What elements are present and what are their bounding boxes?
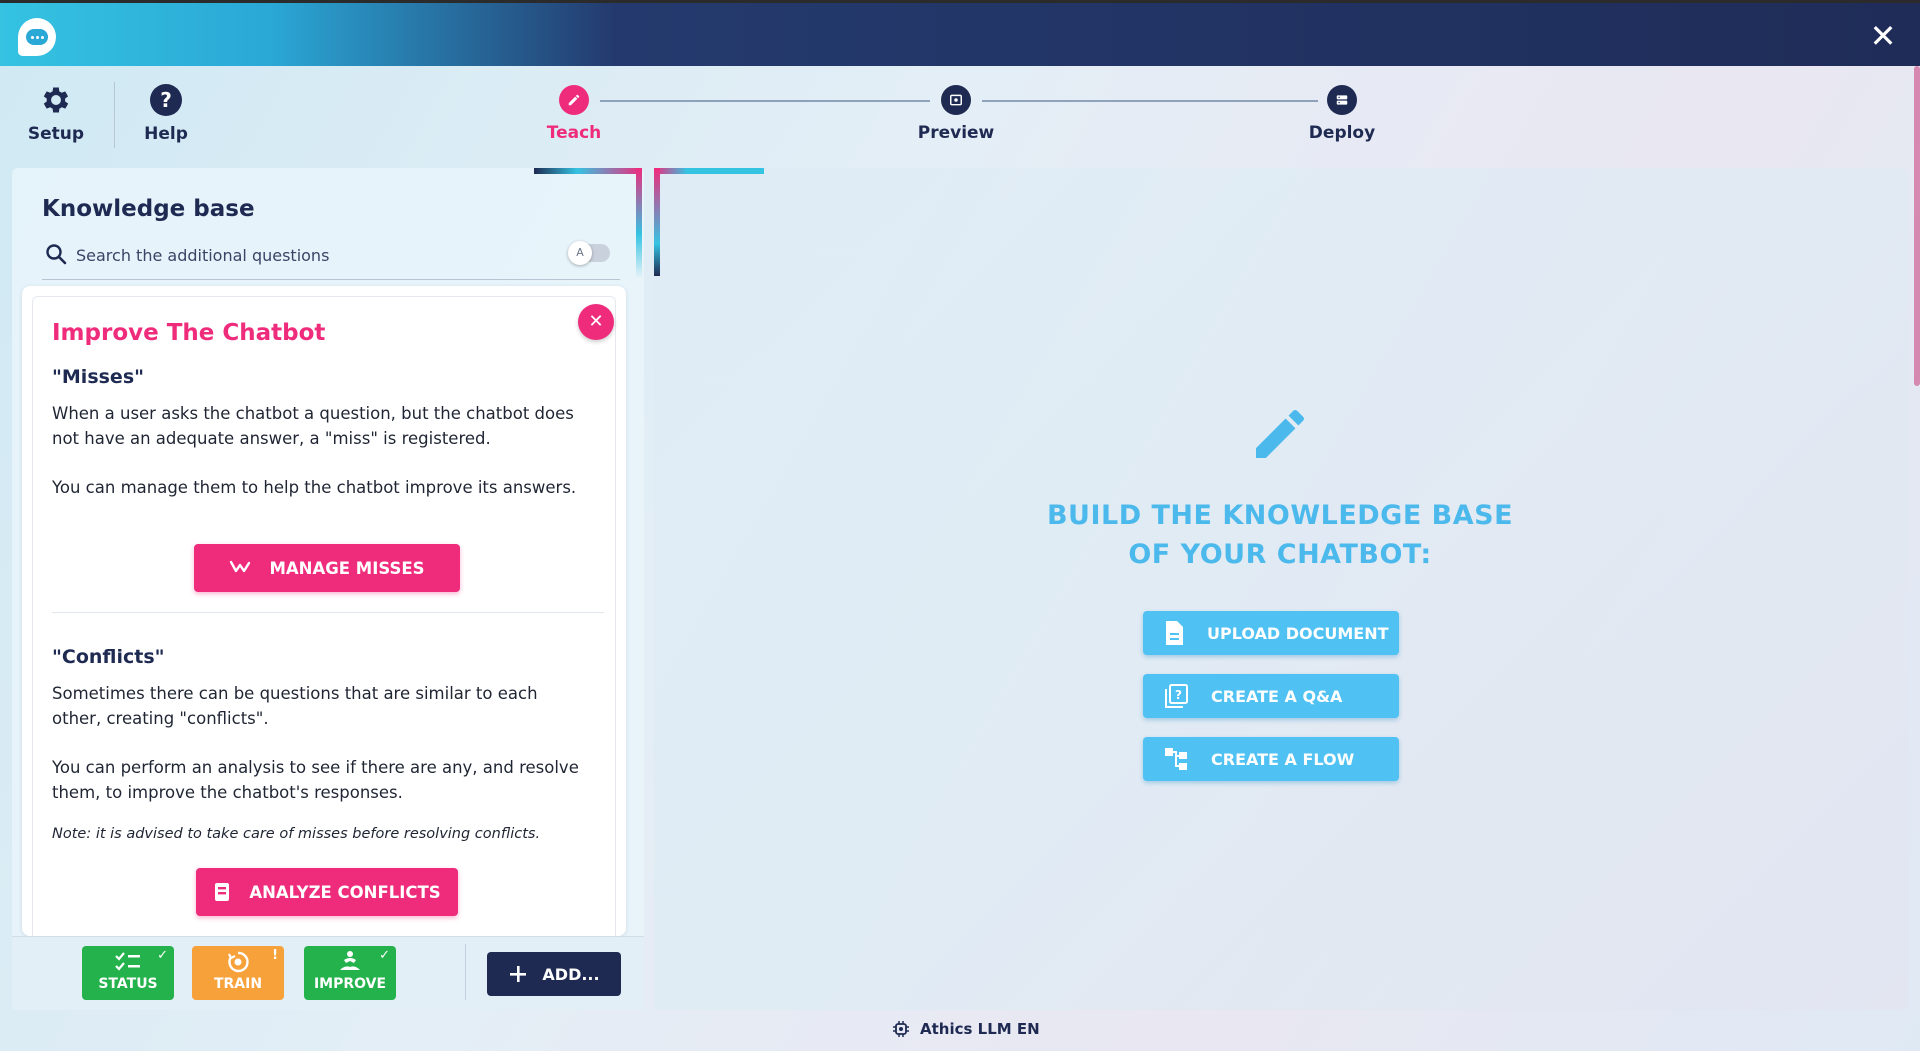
conflicts-description: Sometimes there can be questions that ar…: [52, 684, 538, 728]
conflicts-icon: [215, 883, 230, 901]
server-icon: [1327, 85, 1357, 115]
create-qa-button[interactable]: ? CREATE A Q&A: [1143, 674, 1399, 718]
preview-icon: [941, 85, 971, 115]
model-indicator: Athics LLM EN: [892, 1020, 1040, 1038]
document-icon: [1166, 621, 1183, 645]
help-icon: ?: [148, 82, 184, 118]
spellcheck-icon: A: [568, 241, 592, 265]
status-tile[interactable]: ✓ STATUS: [82, 946, 174, 1000]
setup-label: Setup: [27, 124, 85, 144]
upload-document-label: UPLOAD DOCUMENT: [1207, 623, 1389, 643]
improve-label: IMPROVE: [313, 976, 387, 992]
stepper-connector: [982, 100, 1318, 102]
status-badge: ✓: [157, 948, 168, 963]
manage-misses-label: MANAGE MISSES: [269, 558, 425, 578]
svg-text:?: ?: [160, 88, 172, 112]
heading-line: OF YOUR CHATBOT:: [1128, 539, 1432, 570]
train-label: TRAIN: [213, 976, 263, 992]
plus-icon: [510, 966, 527, 982]
status-label: STATUS: [98, 976, 158, 992]
step-preview[interactable]: Preview: [896, 85, 1016, 143]
card-title: Improve The Chatbot: [52, 320, 326, 346]
content-panel: [654, 168, 1908, 1010]
train-icon: [192, 946, 284, 974]
search-mode-toggle[interactable]: A: [568, 241, 610, 265]
qa-icon: ?: [1165, 684, 1188, 708]
build-knowledge-heading: BUILD THE KNOWLEDGE BASE OF YOUR CHATBOT…: [980, 496, 1580, 574]
pencil-icon: [1256, 410, 1304, 458]
manage-misses-button[interactable]: MANAGE MISSES: [194, 544, 460, 592]
step-label: Deploy: [1308, 123, 1376, 143]
improve-chatbot-card: ✕ Improve The Chatbot "Misses" When a us…: [22, 286, 626, 936]
create-flow-button[interactable]: CREATE A FLOW: [1143, 737, 1399, 781]
add-button[interactable]: ADD...: [487, 952, 621, 996]
conflicts-title: "Conflicts": [52, 646, 165, 668]
svg-text:?: ?: [1175, 688, 1182, 702]
pencil-icon: [559, 85, 589, 115]
knowledge-base-title: Knowledge base: [42, 196, 255, 222]
panel-accent: [654, 168, 660, 276]
stepper-connector: [600, 100, 930, 102]
create-qa-label: CREATE A Q&A: [1211, 686, 1343, 706]
panel-accent: [654, 168, 764, 174]
app-logo-icon: [18, 18, 56, 56]
section-divider: [52, 612, 604, 613]
setup-button[interactable]: Setup: [16, 82, 96, 144]
panel-accent: [636, 168, 642, 278]
analyze-conflicts-button[interactable]: ANALYZE CONFLICTS: [196, 868, 458, 916]
train-tile[interactable]: ! TRAIN: [192, 946, 284, 1000]
create-flow-label: CREATE A FLOW: [1211, 749, 1355, 769]
help-button[interactable]: ? Help: [126, 82, 206, 144]
train-badge: !: [272, 948, 278, 963]
gear-icon: [38, 82, 74, 118]
flow-icon: [1165, 748, 1187, 770]
window-scrollbar[interactable]: [1914, 66, 1920, 386]
misses-description: When a user asks the chatbot a question,…: [52, 404, 574, 448]
search-bar: A: [42, 238, 620, 280]
conflicts-note: Note: it is advised to take care of miss…: [52, 826, 541, 842]
search-icon: [46, 244, 67, 265]
close-card-button[interactable]: ✕: [578, 304, 614, 340]
help-label: Help: [144, 124, 188, 144]
misses-title: "Misses": [52, 366, 145, 388]
analyze-conflicts-label: ANALYZE CONFLICTS: [249, 882, 441, 902]
model-label: Athics LLM EN: [920, 1020, 1040, 1038]
add-label: ADD...: [542, 964, 600, 984]
panel-accent: [534, 168, 642, 174]
misses-icon: [230, 560, 251, 573]
step-label: Teach: [546, 123, 602, 143]
misses-help-text: You can manage them to help the chatbot …: [52, 478, 577, 497]
search-input[interactable]: [76, 240, 536, 270]
step-deploy[interactable]: Deploy: [1282, 85, 1402, 143]
heading-line: BUILD THE KNOWLEDGE BASE: [1046, 500, 1514, 531]
improve-badge: ✓: [379, 948, 390, 963]
step-teach[interactable]: Teach: [514, 85, 634, 143]
conflicts-help-text: You can perform an analysis to see if th…: [52, 758, 579, 802]
toolbar-divider: [114, 82, 115, 148]
title-bar: ✕: [0, 0, 1920, 66]
status-bar-divider: [465, 944, 466, 1000]
close-window-button[interactable]: ✕: [1866, 19, 1900, 53]
step-label: Preview: [917, 123, 995, 143]
improve-tile[interactable]: ✓ IMPROVE: [304, 946, 396, 1000]
upload-document-button[interactable]: UPLOAD DOCUMENT: [1143, 611, 1399, 655]
chip-icon: [893, 1021, 909, 1037]
